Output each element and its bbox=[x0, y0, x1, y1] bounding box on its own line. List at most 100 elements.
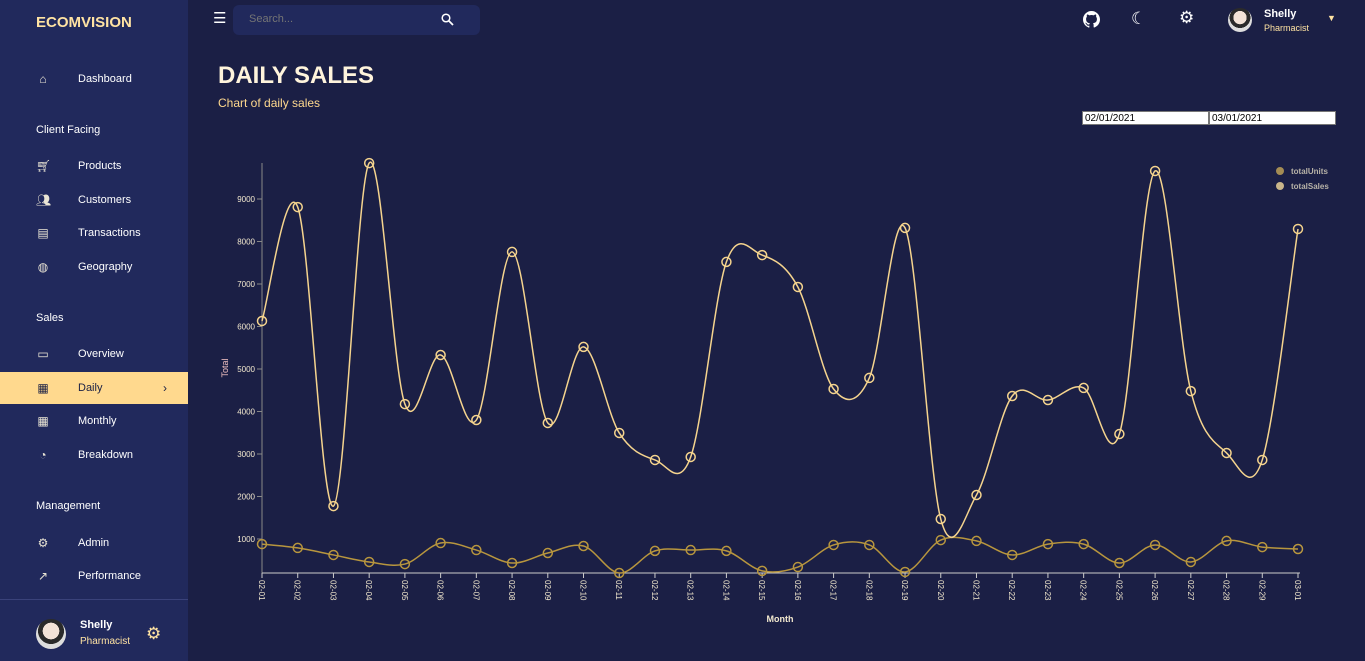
x-tick-label: 02-04 bbox=[364, 580, 373, 601]
avatar[interactable] bbox=[36, 619, 66, 649]
sidebar-item-admin[interactable]: ⚙ Admin bbox=[0, 527, 188, 559]
data-point-totalUnits bbox=[1257, 541, 1268, 553]
github-icon[interactable] bbox=[1083, 11, 1100, 28]
sidebar-item-label: Daily bbox=[78, 382, 103, 394]
data-point-totalSales bbox=[1292, 223, 1304, 235]
data-point-totalSales bbox=[1114, 428, 1125, 440]
settings-icon[interactable]: ⚙ bbox=[146, 624, 161, 644]
x-tick-label: 02-27 bbox=[1186, 580, 1195, 601]
settings-icon[interactable]: ⚙ bbox=[1179, 8, 1194, 28]
x-tick-label: 02-15 bbox=[757, 580, 766, 601]
x-tick-label: 02-14 bbox=[721, 580, 730, 601]
pie-chart-icon: ◔ bbox=[39, 448, 47, 462]
x-tick-label: 02-16 bbox=[793, 580, 802, 601]
chevron-right-icon: › bbox=[163, 381, 167, 395]
data-point-totalUnits bbox=[1292, 543, 1304, 555]
data-point-totalSales bbox=[1078, 382, 1089, 394]
legend-symbol bbox=[1276, 167, 1284, 175]
search-icon[interactable] bbox=[441, 13, 454, 26]
sidebar: ECOMVISION ⌂ Dashboard Client Facing 🛒︎ Prod… bbox=[0, 0, 188, 661]
start-date-input[interactable] bbox=[1082, 111, 1209, 125]
sidebar-item-transactions[interactable]: ▤ Transactions bbox=[0, 217, 188, 249]
groups-icon: 👥︎ bbox=[36, 193, 52, 207]
x-tick-label: 02-11 bbox=[614, 580, 623, 600]
sidebar-item-label: Transactions bbox=[78, 227, 141, 239]
daily-sales-chart: 1000 2000 3000 4000 5000 6000 7000 8000 9000 02-0… bbox=[220, 157, 1329, 624]
home-icon: ⌂ bbox=[39, 72, 47, 86]
data-point-totalUnits bbox=[971, 535, 982, 547]
data-point-totalUnits bbox=[756, 565, 768, 577]
x-tick-label: 02-20 bbox=[936, 580, 945, 601]
dark-mode-icon[interactable]: ☾ bbox=[1131, 9, 1146, 29]
data-point-totalSales bbox=[471, 414, 482, 426]
data-point-totalUnits bbox=[1006, 549, 1018, 561]
avatar[interactable] bbox=[1228, 8, 1252, 32]
sidebar-item-performance[interactable]: ↗ Performance bbox=[0, 560, 188, 592]
data-point-totalUnits bbox=[864, 539, 875, 551]
sidebar-item-breakdown[interactable]: ◔ Breakdown bbox=[0, 439, 188, 471]
data-point-totalSales bbox=[971, 489, 982, 501]
legend-symbol bbox=[1276, 182, 1284, 190]
sidebar-item-monthly[interactable]: ▦ Monthly bbox=[0, 405, 188, 437]
data-point-totalUnits bbox=[792, 561, 804, 573]
data-point-totalUnits bbox=[1042, 538, 1054, 550]
data-point-totalUnits bbox=[506, 557, 518, 569]
data-point-totalUnits bbox=[1078, 538, 1089, 550]
data-point-totalSales bbox=[935, 513, 947, 525]
x-tick-label: 02-21 bbox=[971, 580, 980, 601]
sidebar-item-label: Products bbox=[78, 160, 122, 172]
sidebar-item-daily[interactable]: ▦ Daily › bbox=[0, 372, 188, 404]
sidebar-item-dashboard[interactable]: ⌂ Dashboard bbox=[0, 63, 188, 95]
app-logo: ECOMVISION bbox=[36, 14, 132, 31]
sidebar-section-label: Client Facing bbox=[36, 124, 101, 136]
data-point-totalSales bbox=[363, 157, 375, 169]
sidebar-item-customers[interactable]: 👥︎ Customers bbox=[0, 184, 188, 216]
user-name: Shelly bbox=[1264, 8, 1297, 20]
user-role: Pharmacist bbox=[1264, 23, 1310, 33]
data-point-totalUnits bbox=[685, 544, 696, 556]
sidebar-item-geography[interactable]: ◍ Geography bbox=[0, 251, 188, 283]
data-point-totalUnits bbox=[292, 542, 303, 554]
data-point-totalUnits bbox=[399, 558, 411, 570]
data-point-totalSales bbox=[1149, 165, 1161, 177]
chevron-down-icon[interactable]: ▼ bbox=[1327, 13, 1336, 23]
data-point-totalUnits bbox=[721, 545, 732, 557]
x-tick-label: 02-26 bbox=[1150, 580, 1159, 601]
series-line-totalUnits bbox=[261, 536, 1299, 574]
data-point-totalUnits bbox=[542, 547, 554, 559]
sidebar-section-label: Sales bbox=[36, 312, 64, 324]
data-point-totalUnits bbox=[1185, 556, 1197, 568]
data-point-totalSales bbox=[435, 349, 446, 361]
legend-label: totalSales bbox=[1291, 182, 1329, 191]
y-tick-label: 2000 bbox=[237, 493, 255, 502]
data-point-totalSales bbox=[1221, 447, 1232, 459]
shopping-cart-icon: 🛒︎ bbox=[36, 159, 52, 173]
y-axis-label: Total bbox=[220, 358, 230, 377]
sidebar-item-products[interactable]: 🛒︎ Products bbox=[0, 150, 188, 182]
data-point-totalUnits bbox=[935, 534, 947, 546]
data-point-totalUnits bbox=[471, 544, 482, 556]
data-point-totalSales bbox=[506, 246, 518, 258]
globe-icon: ◍ bbox=[37, 260, 49, 274]
search-bar bbox=[233, 5, 480, 35]
data-point-totalSales bbox=[1257, 454, 1268, 466]
end-date-input[interactable] bbox=[1209, 111, 1336, 125]
y-tick-label: 8000 bbox=[237, 238, 255, 247]
data-point-totalSales bbox=[721, 256, 732, 268]
search-input[interactable] bbox=[249, 13, 439, 25]
sidebar-item-label: Breakdown bbox=[78, 449, 134, 461]
y-tick-label: 7000 bbox=[237, 280, 255, 289]
x-tick-label: 02-24 bbox=[1079, 580, 1088, 601]
data-point-totalUnits bbox=[256, 538, 268, 550]
x-tick-label: 03-01 bbox=[1293, 580, 1302, 601]
data-point-totalUnits bbox=[578, 540, 589, 552]
menu-icon[interactable]: ☰ bbox=[213, 9, 226, 27]
data-point-totalSales bbox=[864, 372, 875, 384]
x-tick-label: 02-02 bbox=[293, 580, 302, 601]
sidebar-item-overview[interactable]: ▭ Overview bbox=[0, 338, 188, 370]
y-tick-label: 4000 bbox=[237, 408, 255, 417]
user-name: Shelly bbox=[80, 619, 113, 631]
x-tick-label: 02-01 bbox=[257, 580, 266, 601]
x-tick-label: 02-06 bbox=[436, 580, 445, 601]
data-point-totalSales bbox=[1006, 390, 1018, 402]
